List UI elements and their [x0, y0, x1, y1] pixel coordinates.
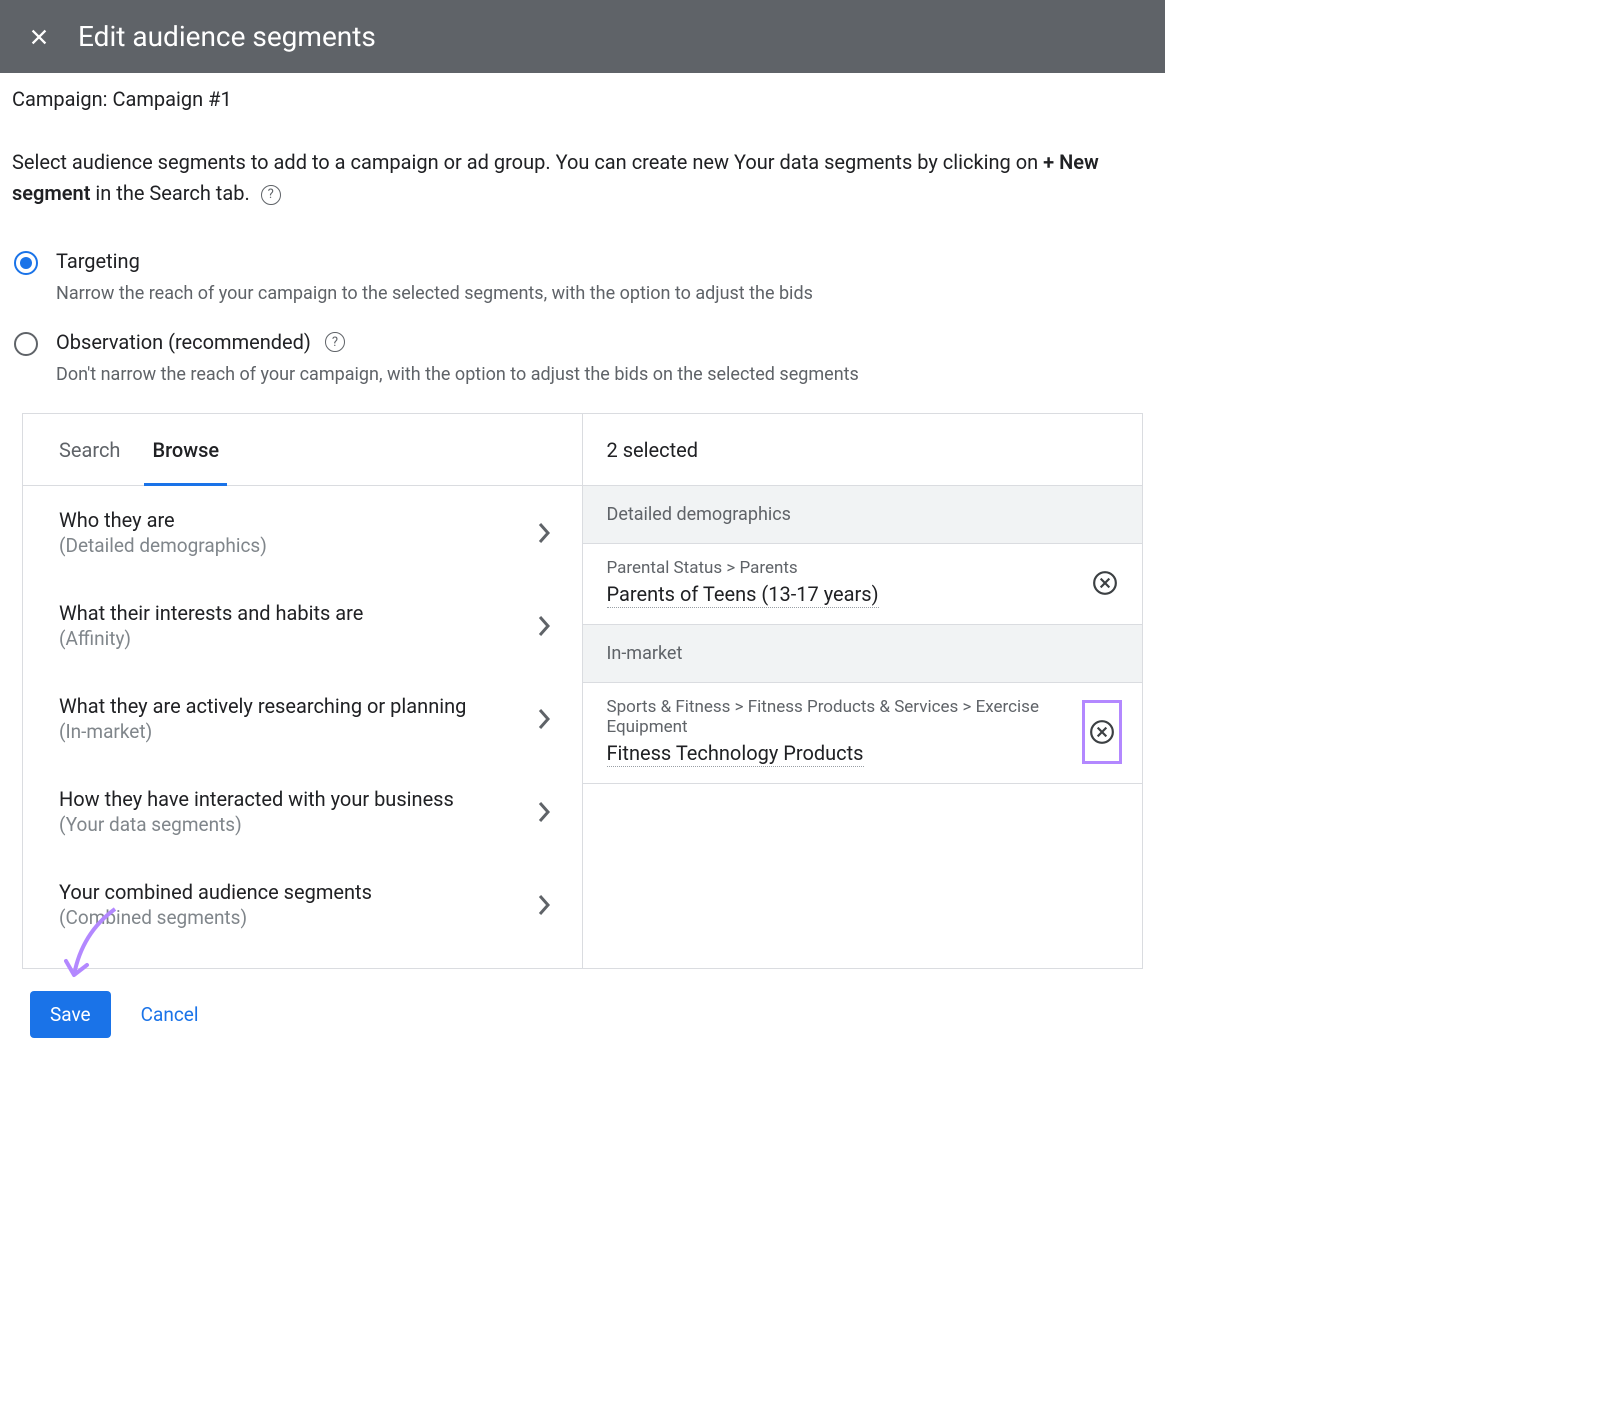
- browse-item-title: Who they are: [59, 508, 267, 532]
- radio-targeting-label: Targeting: [56, 249, 140, 273]
- tab-browse[interactable]: Browse: [152, 414, 219, 485]
- panel-right: 2 selected Detailed demographicsParental…: [583, 414, 1143, 968]
- chevron-right-icon: [536, 520, 552, 546]
- chevron-right-icon: [536, 613, 552, 639]
- segment-group-header: Detailed demographics: [583, 486, 1143, 544]
- remove-segment-icon[interactable]: [1088, 566, 1122, 600]
- save-button[interactable]: Save: [30, 991, 111, 1038]
- remove-segment-icon[interactable]: [1082, 700, 1122, 764]
- selected-segment: Sports & Fitness > Fitness Products & Se…: [583, 683, 1143, 784]
- tab-search[interactable]: Search: [59, 414, 120, 485]
- browse-item-subtitle: (Detailed demographics): [59, 534, 267, 557]
- radio-targeting-desc: Narrow the reach of your campaign to the…: [56, 281, 1153, 306]
- segment-group-header: In-market: [583, 625, 1143, 683]
- radio-observation-desc: Don't narrow the reach of your campaign,…: [56, 362, 1153, 387]
- selected-segment: Parental Status > Parents Parents of Teen…: [583, 544, 1143, 625]
- close-icon[interactable]: [28, 26, 50, 48]
- browse-item-subtitle: (Your data segments): [59, 813, 454, 836]
- segments-panel: Search Browse Who they are(Detailed demo…: [22, 413, 1143, 969]
- segment-breadcrumb: Sports & Fitness > Fitness Products & Se…: [607, 697, 1069, 737]
- browse-item[interactable]: What their interests and habits are(Affi…: [23, 579, 582, 672]
- cancel-button[interactable]: Cancel: [141, 1003, 199, 1026]
- browse-item[interactable]: Your combined audience segments(Combined…: [23, 858, 582, 951]
- footer: Save Cancel: [12, 969, 1153, 1060]
- radio-observation[interactable]: [14, 332, 38, 356]
- radio-targeting[interactable]: [14, 251, 38, 275]
- segment-name: Fitness Technology Products: [607, 741, 864, 767]
- selected-count: 2 selected: [583, 414, 1143, 486]
- chevron-right-icon: [536, 892, 552, 918]
- browse-item[interactable]: What they are actively researching or pl…: [23, 672, 582, 765]
- browse-item[interactable]: Who they are(Detailed demographics): [23, 486, 582, 579]
- radio-group: Targeting Narrow the reach of your campa…: [12, 249, 1153, 387]
- tab-bar: Search Browse: [23, 414, 582, 486]
- browse-item-title: What their interests and habits are: [59, 601, 363, 625]
- help-icon[interactable]: ?: [261, 185, 281, 205]
- segment-name: Parents of Teens (13-17 years): [607, 582, 879, 608]
- segment-breadcrumb: Parental Status > Parents: [607, 558, 879, 578]
- browse-item-subtitle: (In-market): [59, 720, 466, 743]
- chevron-right-icon: [536, 706, 552, 732]
- browse-item[interactable]: How they have interacted with your busin…: [23, 765, 582, 858]
- dialog-header: Edit audience segments: [0, 0, 1165, 73]
- chevron-right-icon: [536, 799, 552, 825]
- browse-item-title: What they are actively researching or pl…: [59, 694, 466, 718]
- browse-item-title: How they have interacted with your busin…: [59, 787, 454, 811]
- browse-item-subtitle: (Combined segments): [59, 906, 372, 929]
- browse-item-subtitle: (Affinity): [59, 627, 363, 650]
- instruction-text: Select audience segments to add to a cam…: [12, 147, 1153, 209]
- help-icon[interactable]: ?: [325, 332, 345, 352]
- radio-observation-label: Observation (recommended) ?: [56, 330, 345, 354]
- browse-item-title: Your combined audience segments: [59, 880, 372, 904]
- panel-left: Search Browse Who they are(Detailed demo…: [23, 414, 583, 968]
- campaign-label: Campaign: Campaign #1: [12, 87, 1153, 111]
- dialog-title: Edit audience segments: [78, 20, 376, 53]
